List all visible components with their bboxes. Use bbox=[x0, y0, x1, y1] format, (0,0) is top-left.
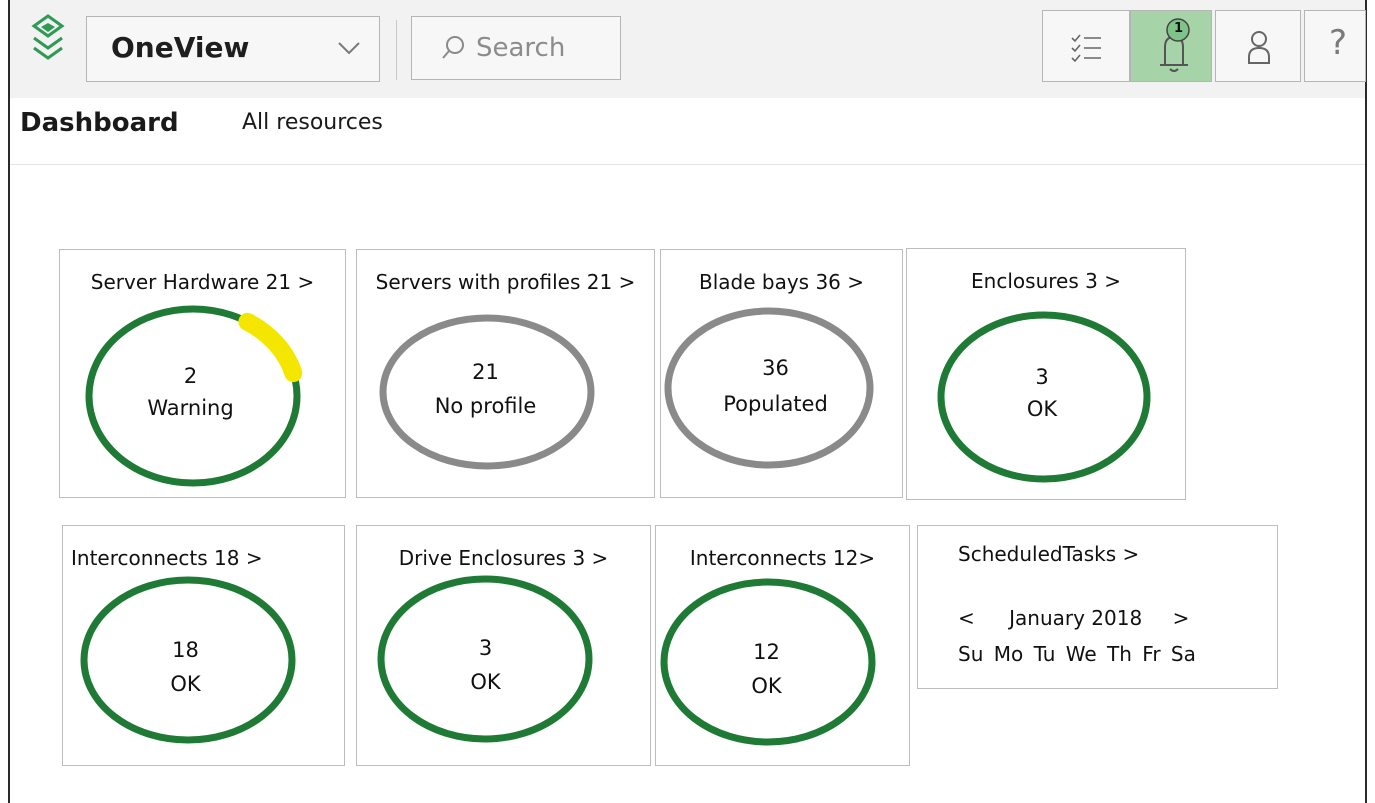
card-server-hardware[interactable]: Server Hardware 21 > 2 Warning bbox=[59, 249, 346, 498]
card-title[interactable]: ScheduledTasks > bbox=[958, 542, 1317, 566]
card-blade-bays[interactable]: Blade bays 36 > 36 Populated bbox=[660, 249, 903, 498]
card-status: No profile bbox=[434, 394, 537, 418]
card-status: OK bbox=[751, 674, 782, 698]
calendar-next-button[interactable]: > bbox=[1173, 606, 1190, 630]
layers-icon[interactable] bbox=[28, 12, 68, 74]
tab-dashboard[interactable]: Dashboard bbox=[20, 108, 179, 138]
card-interconnects-18[interactable]: Interconnects 18 > 18 OK bbox=[62, 525, 345, 766]
card-value: 3 bbox=[1035, 365, 1049, 389]
checklist-icon bbox=[1071, 34, 1101, 63]
help-button[interactable]: ? bbox=[1304, 10, 1366, 82]
search-box[interactable] bbox=[411, 16, 621, 80]
card-drive-enclosures[interactable]: Drive Enclosures 3 > 3 OK bbox=[356, 525, 651, 766]
card-scheduled-tasks[interactable]: ScheduledTasks > < January 2018 > Su Mo … bbox=[917, 525, 1278, 689]
card-status: OK bbox=[1026, 397, 1058, 421]
card-value: 36 bbox=[762, 356, 789, 380]
app-selector-dropdown[interactable]: OneView bbox=[86, 16, 380, 82]
nav-bar: Dashboard All resources bbox=[10, 98, 1365, 165]
card-enclosures[interactable]: Enclosures 3 > 3 OK bbox=[906, 248, 1186, 500]
divider bbox=[396, 20, 397, 80]
app-name: OneView bbox=[111, 31, 250, 64]
activity-button[interactable] bbox=[1042, 10, 1130, 82]
card-interconnects-12[interactable]: Interconnects 12> 12 OK bbox=[655, 525, 910, 766]
calendar-nav: < January 2018 > bbox=[958, 606, 1218, 630]
notification-count-badge: 1 bbox=[1174, 21, 1184, 36]
calendar-month: January 2018 bbox=[1009, 606, 1143, 630]
card-status: Warning bbox=[147, 396, 234, 420]
card-value: 12 bbox=[753, 640, 780, 664]
user-icon bbox=[1248, 31, 1270, 64]
card-status: Populated bbox=[723, 392, 828, 416]
card-value: 2 bbox=[183, 364, 198, 388]
card-value: 18 bbox=[172, 638, 199, 662]
calendar-weekdays: Su Mo Tu We Th Fr Sa bbox=[958, 642, 1196, 666]
notifications-button[interactable]: 1 bbox=[1130, 10, 1212, 82]
search-input[interactable] bbox=[474, 27, 618, 69]
help-icon: ? bbox=[1329, 23, 1348, 63]
search-icon bbox=[442, 36, 464, 59]
card-servers-with-profiles[interactable]: Servers with profiles 21 > 21 No profile bbox=[356, 249, 655, 498]
card-status: OK bbox=[470, 670, 501, 694]
card-status: OK bbox=[170, 672, 201, 696]
user-button[interactable] bbox=[1215, 10, 1301, 82]
tab-all-resources[interactable]: All resources bbox=[242, 110, 383, 135]
card-value: 3 bbox=[478, 636, 493, 660]
card-value: 21 bbox=[472, 360, 499, 384]
calendar-prev-button[interactable]: < bbox=[958, 606, 975, 630]
chevron-down-icon bbox=[338, 42, 360, 55]
